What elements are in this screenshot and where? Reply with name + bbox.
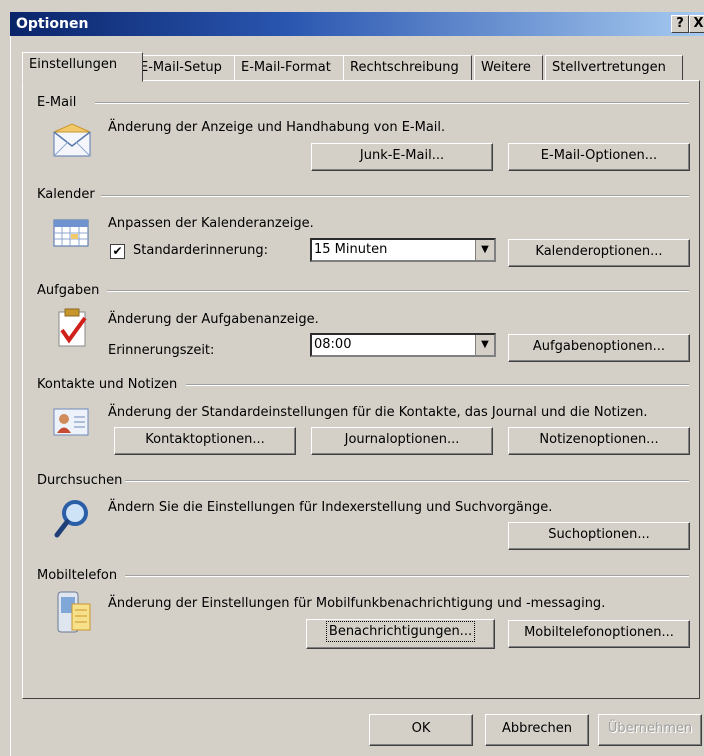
divider	[125, 480, 689, 482]
reminder-value: 15 Minuten	[314, 242, 388, 257]
tab-email-setup[interactable]: E-Mail-Setup	[133, 55, 235, 81]
tab-label: E-Mail-Setup	[140, 60, 222, 75]
reminder-label: Standarderinnerung:	[133, 243, 269, 258]
section-contacts-title: Kontakte und Notizen	[37, 377, 178, 392]
notes-options-button[interactable]: Notizenoptionen...	[508, 427, 690, 455]
calendar-description: Anpassen der Kalenderanzeige.	[108, 216, 314, 231]
tab-label: Rechtschreibung	[350, 60, 459, 75]
tab-label: Einstellungen	[29, 57, 118, 72]
calendar-options-button[interactable]: Kalenderoptionen...	[508, 239, 690, 267]
mobile-options-button[interactable]: Mobiltelefonoptionen...	[508, 620, 690, 648]
search-description: Ändern Sie die Einstellungen für Indexer…	[108, 500, 553, 515]
section-search-title: Durchsuchen	[37, 473, 123, 488]
tab-stellvertretungen[interactable]: Stellvertretungen	[545, 55, 683, 81]
notifications-button[interactable]: Benachrichtigungen...	[306, 619, 495, 649]
calendar-icon	[53, 219, 89, 247]
button-label: OK	[411, 721, 431, 736]
button-label: Notizenoptionen...	[539, 432, 659, 447]
junk-email-button[interactable]: Junk-E-Mail...	[311, 143, 493, 171]
mobile-description: Änderung der Einstellungen für Mobilfunk…	[108, 596, 606, 611]
section-email-title: E-Mail	[37, 95, 77, 110]
divider	[95, 102, 689, 104]
task-checkmark-icon	[58, 308, 87, 347]
close-button[interactable]: X	[689, 15, 704, 33]
section-calendar-title: Kalender	[37, 187, 95, 202]
button-label: Kontaktoptionen...	[145, 432, 265, 447]
divider	[186, 384, 689, 386]
email-options-button[interactable]: E-Mail-Optionen...	[508, 143, 690, 171]
button-label: Journaloptionen...	[344, 432, 460, 447]
cancel-button[interactable]: Abbrechen	[485, 714, 589, 746]
button-label: Suchoptionen...	[548, 527, 650, 542]
button-label: Aufgabenoptionen...	[532, 339, 666, 354]
journal-options-button[interactable]: Journaloptionen...	[311, 427, 493, 455]
button-label: Benachrichtigungen...	[325, 621, 476, 642]
task-options-button[interactable]: Aufgabenoptionen...	[508, 334, 690, 362]
reminder-time-value: 08:00	[314, 337, 352, 352]
divider	[101, 195, 689, 197]
button-label: Mobiltelefonoptionen...	[524, 625, 674, 640]
reminder-time-label: Erinnerungszeit:	[108, 343, 215, 358]
apply-button[interactable]: Übernehmen	[598, 714, 702, 746]
tab-label: Stellvertretungen	[552, 60, 666, 75]
magnifier-icon	[54, 500, 88, 538]
envelope-icon	[53, 123, 91, 157]
window-title: Optionen	[16, 16, 89, 32]
button-label: E-Mail-Optionen...	[540, 148, 658, 163]
reminder-checkbox[interactable]: ✔	[110, 244, 125, 259]
search-options-button[interactable]: Suchoptionen...	[508, 522, 690, 550]
button-label: Abbrechen	[501, 721, 573, 736]
tab-weitere[interactable]: Weitere	[474, 55, 543, 81]
mobile-phone-icon	[57, 591, 91, 633]
contacts-description: Änderung der Standardeinstellungen für d…	[108, 405, 648, 420]
section-mobile-title: Mobiltelefon	[37, 568, 118, 583]
tab-rechtschreibung[interactable]: Rechtschreibung	[343, 55, 472, 81]
dropdown-arrow-icon[interactable]: ▼	[475, 335, 494, 355]
dropdown-arrow-icon[interactable]: ▼	[475, 240, 494, 260]
tab-label: Weitere	[481, 60, 531, 75]
reminder-time-select[interactable]: 08:00 ▼	[310, 333, 496, 357]
reminder-select[interactable]: 15 Minuten ▼	[310, 238, 496, 262]
tab-email-format[interactable]: E-Mail-Format	[234, 55, 344, 81]
ok-button[interactable]: OK	[369, 714, 473, 746]
contact-card-icon	[53, 408, 89, 436]
options-window: Optionen ? X Einstellungen E-Mail-Setup …	[0, 0, 704, 756]
tab-label: E-Mail-Format	[241, 60, 331, 75]
tab-einstellungen[interactable]: Einstellungen	[22, 52, 143, 82]
section-tasks-title: Aufgaben	[37, 283, 100, 298]
help-button[interactable]: ?	[671, 15, 689, 33]
divider	[107, 290, 689, 292]
title-bar[interactable]: Optionen ? X	[10, 12, 704, 36]
tasks-description: Änderung der Aufgabenanzeige.	[108, 312, 319, 327]
divider	[125, 575, 689, 577]
button-label: Übernehmen	[607, 721, 693, 736]
button-label: Kalenderoptionen...	[535, 244, 663, 259]
button-label: Junk-E-Mail...	[359, 148, 445, 163]
contact-options-button[interactable]: Kontaktoptionen...	[114, 427, 296, 455]
email-description: Änderung der Anzeige und Handhabung von …	[108, 120, 446, 135]
